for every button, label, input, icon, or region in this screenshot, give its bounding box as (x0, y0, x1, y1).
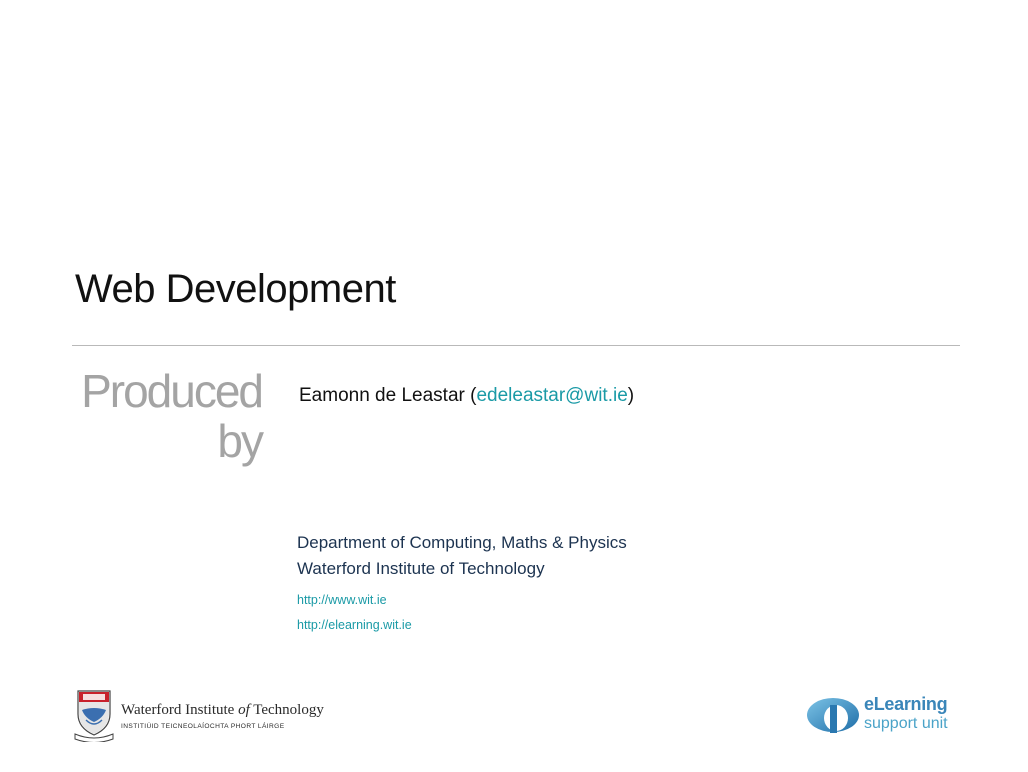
wit-logo-irish-name: INSTITIÚID TEICNEOLAÍOCHTA PHORT LÁIRGE (121, 723, 285, 730)
elearning-logo-word: eLearning (864, 694, 948, 714)
wit-logo: Waterford Institute of Technology INSTIT… (74, 688, 334, 744)
department-name: Department of Computing, Maths & Physics (297, 533, 627, 552)
elearning-logo-sub: support unit (864, 715, 948, 732)
title-divider (72, 345, 960, 346)
crest-icon (74, 690, 114, 742)
elearning-logo: eLearning support unit (806, 694, 966, 738)
link-elearning[interactable]: http://elearning.wit.ie (297, 613, 412, 638)
institute-name: Waterford Institute of Technology (297, 559, 545, 578)
author-name: Eamonn de Leastar (299, 385, 465, 406)
links-list: http://www.wit.ie http://elearning.wit.i… (297, 588, 412, 638)
link-wit[interactable]: http://www.wit.ie (297, 588, 412, 613)
author-email-link[interactable]: edeleastar@wit.ie (476, 385, 627, 406)
slide-title: Web Development (75, 267, 396, 311)
elearning-mark-icon (807, 698, 859, 733)
produced-by-line1: Produced (81, 365, 264, 417)
author-line: Eamonn de Leastar (edeleastar@wit.ie) (299, 385, 634, 407)
produced-by-line2: by (217, 415, 264, 467)
author-close-paren: ) (627, 385, 635, 406)
wit-logo-name: Waterford Institute of Technology (121, 702, 324, 718)
produced-by-label: Produced by (40, 365, 264, 467)
affiliation: Department of Computing, Maths & Physics… (297, 530, 627, 582)
